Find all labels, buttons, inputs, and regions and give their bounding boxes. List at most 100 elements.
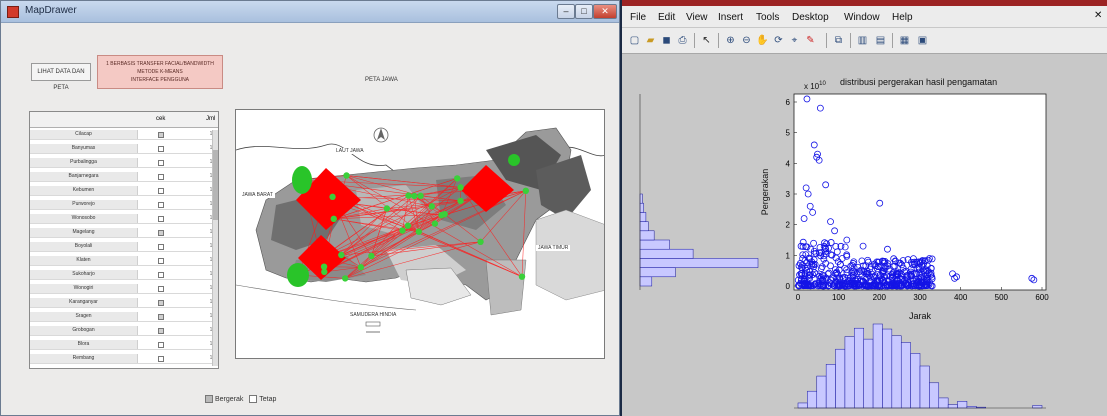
close-button[interactable]: ✕ <box>593 4 617 19</box>
show-plot-tools-icon[interactable]: ▣ <box>916 34 929 47</box>
row-name: Wonogiri <box>30 284 138 293</box>
row-checkbox[interactable] <box>158 188 164 194</box>
link-icon[interactable]: ⧉ <box>832 34 845 47</box>
menu-edit[interactable]: Edit <box>658 12 675 23</box>
menu-file[interactable]: File <box>630 12 646 23</box>
map-drawer-window: MapDrawer – □ ✕ LIHAT DATA DAN PETA 1 BE… <box>0 0 620 416</box>
table-row[interactable]: Wonogiri168 <box>30 284 218 294</box>
map-panel[interactable]: LAUT JAWA JAWA BARAT JAWA TIMUR SAMUDERA… <box>235 109 605 359</box>
row-checkbox[interactable] <box>158 244 164 250</box>
legend-icon[interactable]: ▤ <box>874 34 887 47</box>
city-table[interactable]: cek Jml Cilacap167 Banyumas163 Purbalingga… <box>29 111 219 369</box>
row-checkbox[interactable] <box>158 328 164 334</box>
table-row[interactable]: Cilacap167 <box>30 130 218 140</box>
row-checkbox[interactable] <box>158 160 164 166</box>
x-hist-bar <box>891 335 902 409</box>
fixed-checkbox[interactable]: Tetap <box>249 395 276 403</box>
row-checkbox[interactable] <box>158 286 164 292</box>
scrollbar-thumb[interactable] <box>213 150 218 220</box>
row-checkbox[interactable] <box>158 258 164 264</box>
row-checkbox[interactable] <box>158 230 164 236</box>
x-hist-bar <box>919 365 930 409</box>
table-row[interactable]: Karanganyar152 <box>30 298 218 308</box>
x-hist-bar <box>844 336 855 409</box>
menu-view[interactable]: View <box>686 12 708 23</box>
zoom-out-icon[interactable]: ⊖ <box>740 34 753 47</box>
table-row[interactable]: Kebumen181 <box>30 186 218 196</box>
row-checkbox[interactable] <box>158 314 164 320</box>
row-checkbox[interactable] <box>158 202 164 208</box>
print-icon[interactable]: ⎙ <box>676 34 689 47</box>
row-checkbox[interactable] <box>158 272 164 278</box>
table-row[interactable]: Banjarnegara135 <box>30 172 218 182</box>
scatter-axes <box>793 93 1047 291</box>
pointer-icon[interactable]: ↖ <box>700 34 713 47</box>
data-cursor-icon[interactable]: ⌖ <box>788 34 801 47</box>
maximize-button[interactable]: □ <box>575 4 593 19</box>
table-row[interactable]: Boyolali161 <box>30 242 218 252</box>
table-scrollbar[interactable] <box>212 130 218 366</box>
open-folder-icon[interactable]: ▰ <box>644 34 657 47</box>
checkbox-box[interactable] <box>249 395 258 403</box>
row-checkbox[interactable] <box>158 174 164 180</box>
row-checkbox[interactable] <box>158 132 164 138</box>
brush-icon[interactable]: ✎ <box>804 34 817 47</box>
table-row[interactable]: Banyumas163 <box>30 144 218 154</box>
map-label-south: SAMUDERA HINDIA <box>348 312 399 318</box>
column-header-check: cek <box>156 116 166 122</box>
node-dot <box>405 192 412 199</box>
new-file-icon[interactable]: ▢ <box>628 34 641 47</box>
view-data-button[interactable]: LIHAT DATA DAN PETA <box>31 63 91 91</box>
map-label-north: LAUT JAWA <box>334 148 366 154</box>
row-name: Klaten <box>30 256 138 265</box>
x-marginal-histogram <box>794 323 1046 409</box>
toolbar-separator <box>826 33 827 48</box>
menu-help[interactable]: Help <box>892 12 913 23</box>
row-checkbox[interactable] <box>158 216 164 222</box>
table-row[interactable]: Wonosobo151 <box>30 214 218 224</box>
zoom-in-icon[interactable]: ⊕ <box>724 34 737 47</box>
row-checkbox[interactable] <box>158 300 164 306</box>
pan-icon[interactable]: ✋ <box>756 34 769 47</box>
table-row[interactable]: Sragen172 <box>30 312 218 322</box>
table-row[interactable]: Purbalingga152 <box>30 158 218 168</box>
row-name: Sragen <box>30 312 138 321</box>
y-tick-label: 4 <box>786 159 791 168</box>
row-checkbox[interactable] <box>158 342 164 348</box>
y-hist-bar <box>639 267 676 278</box>
table-row[interactable]: Rembang165 <box>30 354 218 364</box>
menu-close-icon[interactable]: ✕ <box>1094 10 1102 21</box>
info-line: INTERFACE PENGGUNA <box>130 77 190 83</box>
hide-plot-tools-icon[interactable]: ▦ <box>898 34 911 47</box>
menu-bar: File Edit View Insert Tools Desktop Wind… <box>622 6 1107 28</box>
figure-canvas[interactable]: x 1010 distribusi pergerakan hasil penga… <box>622 54 1107 416</box>
table-row[interactable]: Purworejo168 <box>30 200 218 210</box>
menu-tools[interactable]: Tools <box>756 12 779 23</box>
node-dot <box>368 252 375 260</box>
save-icon[interactable]: ◼ <box>660 34 673 47</box>
menu-window[interactable]: Window <box>844 12 880 23</box>
menu-insert[interactable]: Insert <box>718 12 743 23</box>
checkbox-box[interactable] <box>205 395 213 403</box>
y-axis-label: Pergerakan <box>760 169 770 216</box>
moving-checkbox[interactable]: Bergerak <box>205 395 243 403</box>
rotate-icon[interactable]: ⟳ <box>772 34 785 47</box>
node-dot <box>321 268 328 276</box>
row-checkbox[interactable] <box>158 146 164 152</box>
row-checkbox[interactable] <box>158 356 164 362</box>
table-row[interactable]: Grobogan177 <box>30 326 218 336</box>
row-name: Kebumen <box>30 186 138 195</box>
table-row[interactable]: Blora166 <box>30 340 218 350</box>
x-hist-bar <box>947 404 958 409</box>
menu-desktop[interactable]: Desktop <box>792 12 829 23</box>
colorbar-icon[interactable]: ▥ <box>856 34 869 47</box>
node-marker <box>292 166 312 194</box>
x-hist-bar <box>825 364 836 409</box>
toolbar-separator <box>694 33 695 48</box>
table-row[interactable]: Magelang186 <box>30 228 218 238</box>
minimize-button[interactable]: – <box>557 4 575 19</box>
left-titlebar[interactable]: MapDrawer – □ ✕ <box>1 1 619 23</box>
map-label-east: JAWA TIMUR <box>536 245 571 251</box>
table-row[interactable]: Sukoharjo157 <box>30 270 218 280</box>
table-row[interactable]: Klaten153 <box>30 256 218 266</box>
